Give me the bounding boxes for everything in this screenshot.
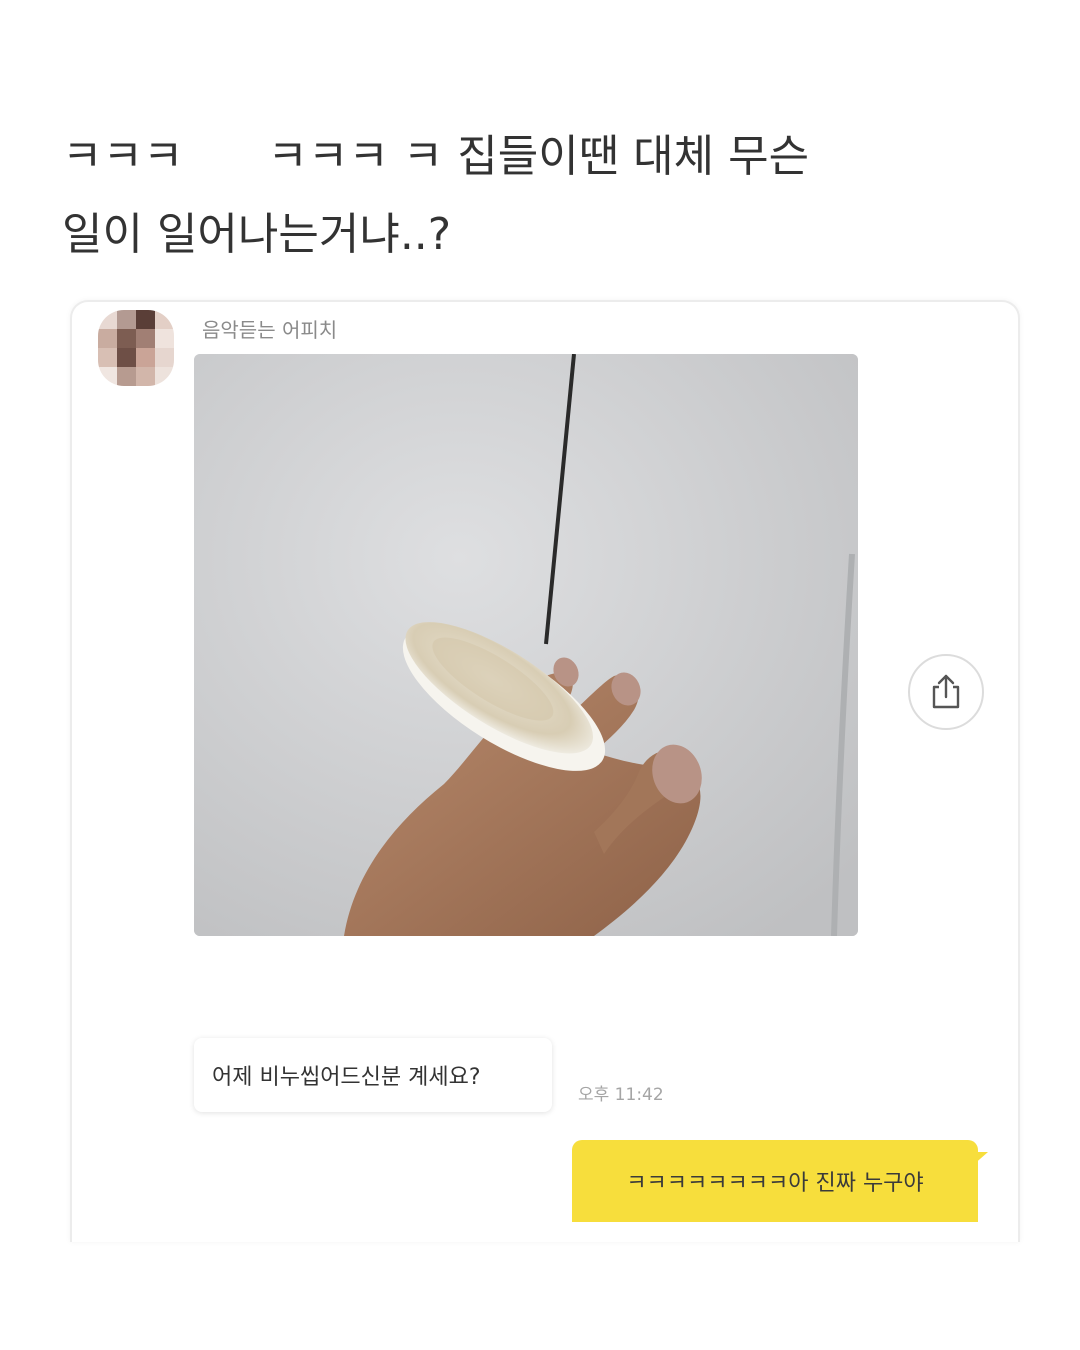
avatar-mosaic-cell: [136, 367, 155, 386]
caption-line-1: ㅋㅋㅋ ㅋㅋㅋ ㅋ 집들이땐 대체 무슨: [62, 131, 810, 182]
avatar-mosaic-cell: [117, 348, 136, 367]
photo-message[interactable]: [194, 354, 858, 936]
avatar-mosaic-cell: [155, 348, 174, 367]
photo-footer: [194, 936, 858, 972]
outgoing-message[interactable]: ㅋㅋㅋㅋㅋㅋㅋㅋ아 진짜 누구야: [572, 1140, 978, 1222]
outgoing-bubble-tail: [972, 1152, 988, 1166]
share-icon: [932, 674, 960, 709]
avatar-mosaic-cell: [117, 367, 136, 386]
avatar-mosaic-cell: [117, 310, 136, 329]
avatar-mosaic-cell: [117, 329, 136, 348]
avatar[interactable]: [98, 310, 174, 386]
message-timestamp: 오후 11:42: [578, 1085, 664, 1105]
avatar-mosaic-cell: [98, 329, 117, 348]
avatar-mosaic-cell: [98, 367, 117, 386]
avatar-mosaic-cell: [98, 310, 117, 329]
share-button[interactable]: [908, 654, 984, 730]
sender-name: 음악듣는 어피치: [202, 318, 338, 342]
incoming-message[interactable]: 어제 비누씹어드신분 계세요?: [194, 1038, 552, 1112]
caption-line-2: 일이 일어나는거냐..?: [62, 209, 452, 260]
avatar-mosaic-cell: [155, 329, 174, 348]
avatar-mosaic-cell: [155, 310, 174, 329]
avatar-mosaic-cell: [98, 348, 117, 367]
avatar-mosaic-cell: [136, 329, 155, 348]
avatar-mosaic-cell: [155, 367, 174, 386]
post-caption: ㅋㅋㅋ ㅋㅋㅋ ㅋ 집들이땐 대체 무슨 일이 일어나는거냐..?: [62, 118, 1022, 274]
chat-screenshot: 음악듣는 어피치 어제 비누씹어드신분 계세요? 오후 11:42 ㅋㅋㅋㅋㅋㅋ…: [70, 300, 1020, 1242]
avatar-mosaic-cell: [136, 310, 155, 329]
avatar-mosaic-cell: [136, 348, 155, 367]
soap-photo: [194, 354, 858, 936]
